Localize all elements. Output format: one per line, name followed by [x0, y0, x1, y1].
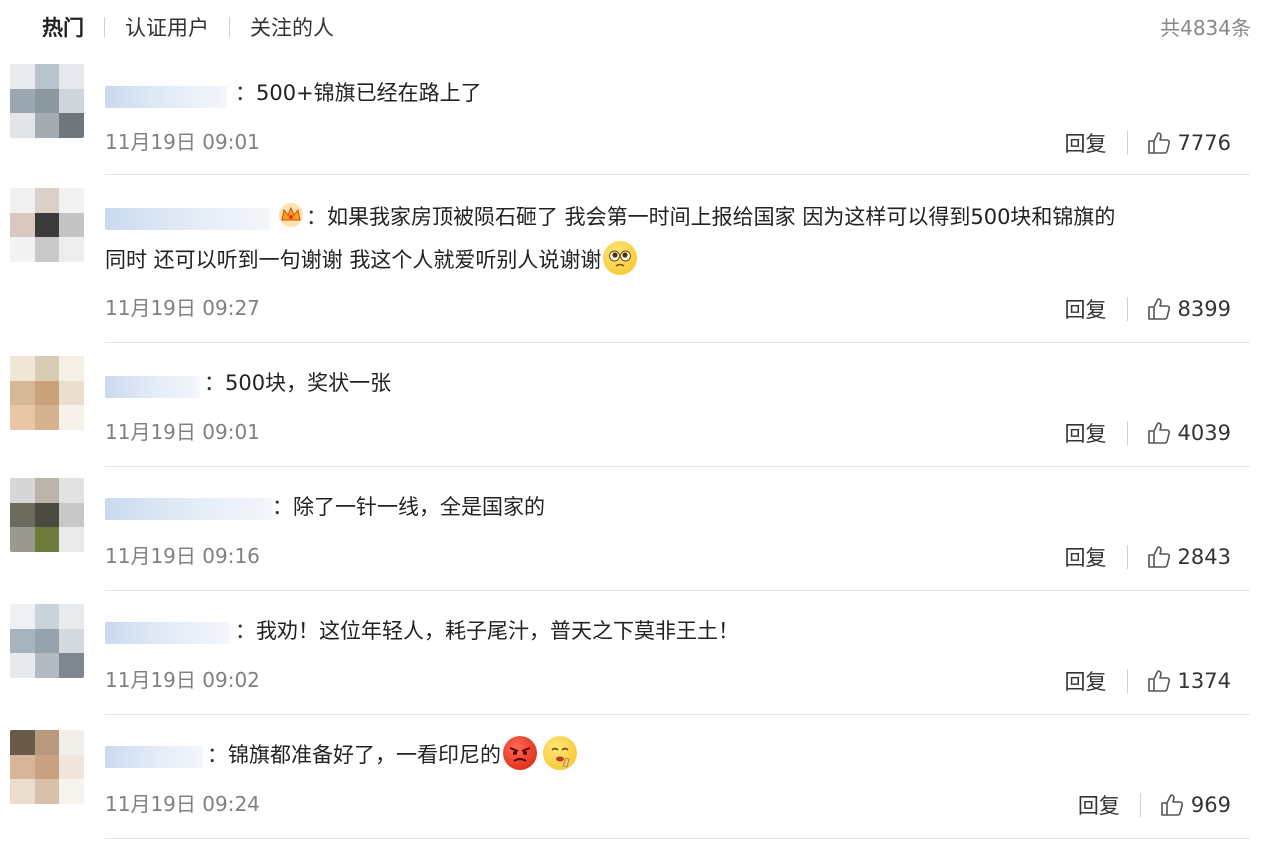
comment-time: 11月19日 09:01 [105, 130, 260, 154]
thumbs-up-icon [1147, 546, 1170, 568]
comment-divider [105, 838, 1250, 839]
username-link[interactable] [105, 208, 270, 230]
reply-button[interactable]: 回复 [1065, 418, 1107, 448]
comment-actions: 回复 969 [1078, 790, 1231, 820]
like-button[interactable]: 4039 [1146, 420, 1231, 446]
tab-hot[interactable]: 热门 [42, 12, 84, 42]
avatar[interactable] [10, 604, 84, 678]
comment-text: ：除了一针一线，全是国家的 [272, 495, 545, 519]
comment-actions: 回复 8399 [1065, 294, 1231, 324]
comment-divider [105, 714, 1250, 715]
thumbs-up-icon [1161, 794, 1183, 816]
vip-crown-icon [279, 203, 303, 227]
username-link[interactable] [105, 86, 227, 108]
comment-actions: 回复 7776 [1065, 128, 1231, 158]
action-divider [1139, 793, 1141, 817]
angry-face-emoji-icon [503, 736, 537, 770]
comment-time: 11月19日 09:01 [105, 420, 260, 444]
comment-divider [105, 466, 1250, 467]
like-button[interactable]: 2843 [1146, 544, 1231, 570]
avatar[interactable] [10, 730, 84, 804]
comment-text: ：500+锦旗已经在路上了 [235, 81, 482, 105]
shushing-face-emoji-icon [543, 736, 577, 770]
like-count: 969 [1190, 793, 1231, 817]
like-button[interactable]: 1374 [1146, 668, 1231, 694]
like-button[interactable]: 969 [1159, 792, 1231, 818]
action-divider [1126, 545, 1128, 569]
comment-actions: 回复 1374 [1065, 666, 1231, 696]
comment-time: 11月19日 09:24 [105, 792, 260, 816]
thumbs-up-icon [1147, 298, 1170, 320]
comment-divider [105, 590, 1250, 591]
like-count: 1374 [1177, 669, 1231, 693]
reply-button[interactable]: 回复 [1065, 128, 1107, 158]
like-count: 2843 [1177, 545, 1231, 569]
tab-divider [104, 17, 105, 37]
comment-filter-tabs: 热门 认证用户 关注的人 [42, 10, 334, 44]
comment-total-count: 共4834条 [1160, 16, 1251, 40]
action-divider [1126, 421, 1128, 445]
thumbs-up-icon [1147, 132, 1170, 154]
avatar[interactable] [10, 478, 84, 552]
like-button[interactable]: 7776 [1146, 130, 1231, 156]
action-divider [1126, 669, 1128, 693]
like-count: 8399 [1177, 297, 1231, 321]
like-count: 7776 [1177, 131, 1231, 155]
comment-time: 11月19日 09:02 [105, 668, 260, 692]
like-count: 4039 [1177, 421, 1231, 445]
avatar[interactable] [10, 356, 84, 430]
comment-divider [105, 342, 1250, 343]
username-link[interactable] [105, 376, 200, 398]
action-divider [1126, 131, 1128, 155]
comment-time: 11月19日 09:27 [105, 296, 260, 320]
comment-actions: 回复 4039 [1065, 418, 1231, 448]
comment-text: ：我劝！这位年轻人，耗子尾汁，普天之下莫非王土！ [235, 619, 739, 643]
username-link[interactable] [105, 746, 203, 768]
comment-text: ：500块，奖状一张 [204, 371, 392, 395]
avatar[interactable] [10, 64, 84, 138]
tab-divider [229, 17, 230, 37]
reply-button[interactable]: 回复 [1065, 542, 1107, 572]
comment-text: ：锦旗都准备好了，一看印尼的 [207, 734, 577, 777]
action-divider [1126, 297, 1128, 321]
thumbs-up-icon [1147, 422, 1170, 444]
comment-text: ：如果我家房顶被陨石砸了 我会第一时间上报给国家 因为这样可以得到500块和锦旗… [276, 196, 1115, 239]
reply-button[interactable]: 回复 [1065, 666, 1107, 696]
reply-button[interactable]: 回复 [1078, 790, 1120, 820]
comment-text-continued: 同时 还可以听到一句谢谢 我这个人就爱听别人说谢谢 [105, 239, 638, 282]
comment-time: 11月19日 09:16 [105, 544, 260, 568]
comment-divider [105, 174, 1250, 175]
comment-actions: 回复 2843 [1065, 542, 1231, 572]
tab-verified-users[interactable]: 认证用户 [125, 12, 209, 42]
thumbs-up-icon [1147, 670, 1170, 692]
username-link[interactable] [105, 622, 230, 644]
tab-following[interactable]: 关注的人 [250, 12, 334, 42]
pleading-face-emoji-icon [603, 241, 638, 275]
username-link[interactable] [105, 498, 273, 520]
reply-button[interactable]: 回复 [1065, 294, 1107, 324]
like-button[interactable]: 8399 [1146, 296, 1231, 322]
avatar[interactable] [10, 188, 84, 262]
